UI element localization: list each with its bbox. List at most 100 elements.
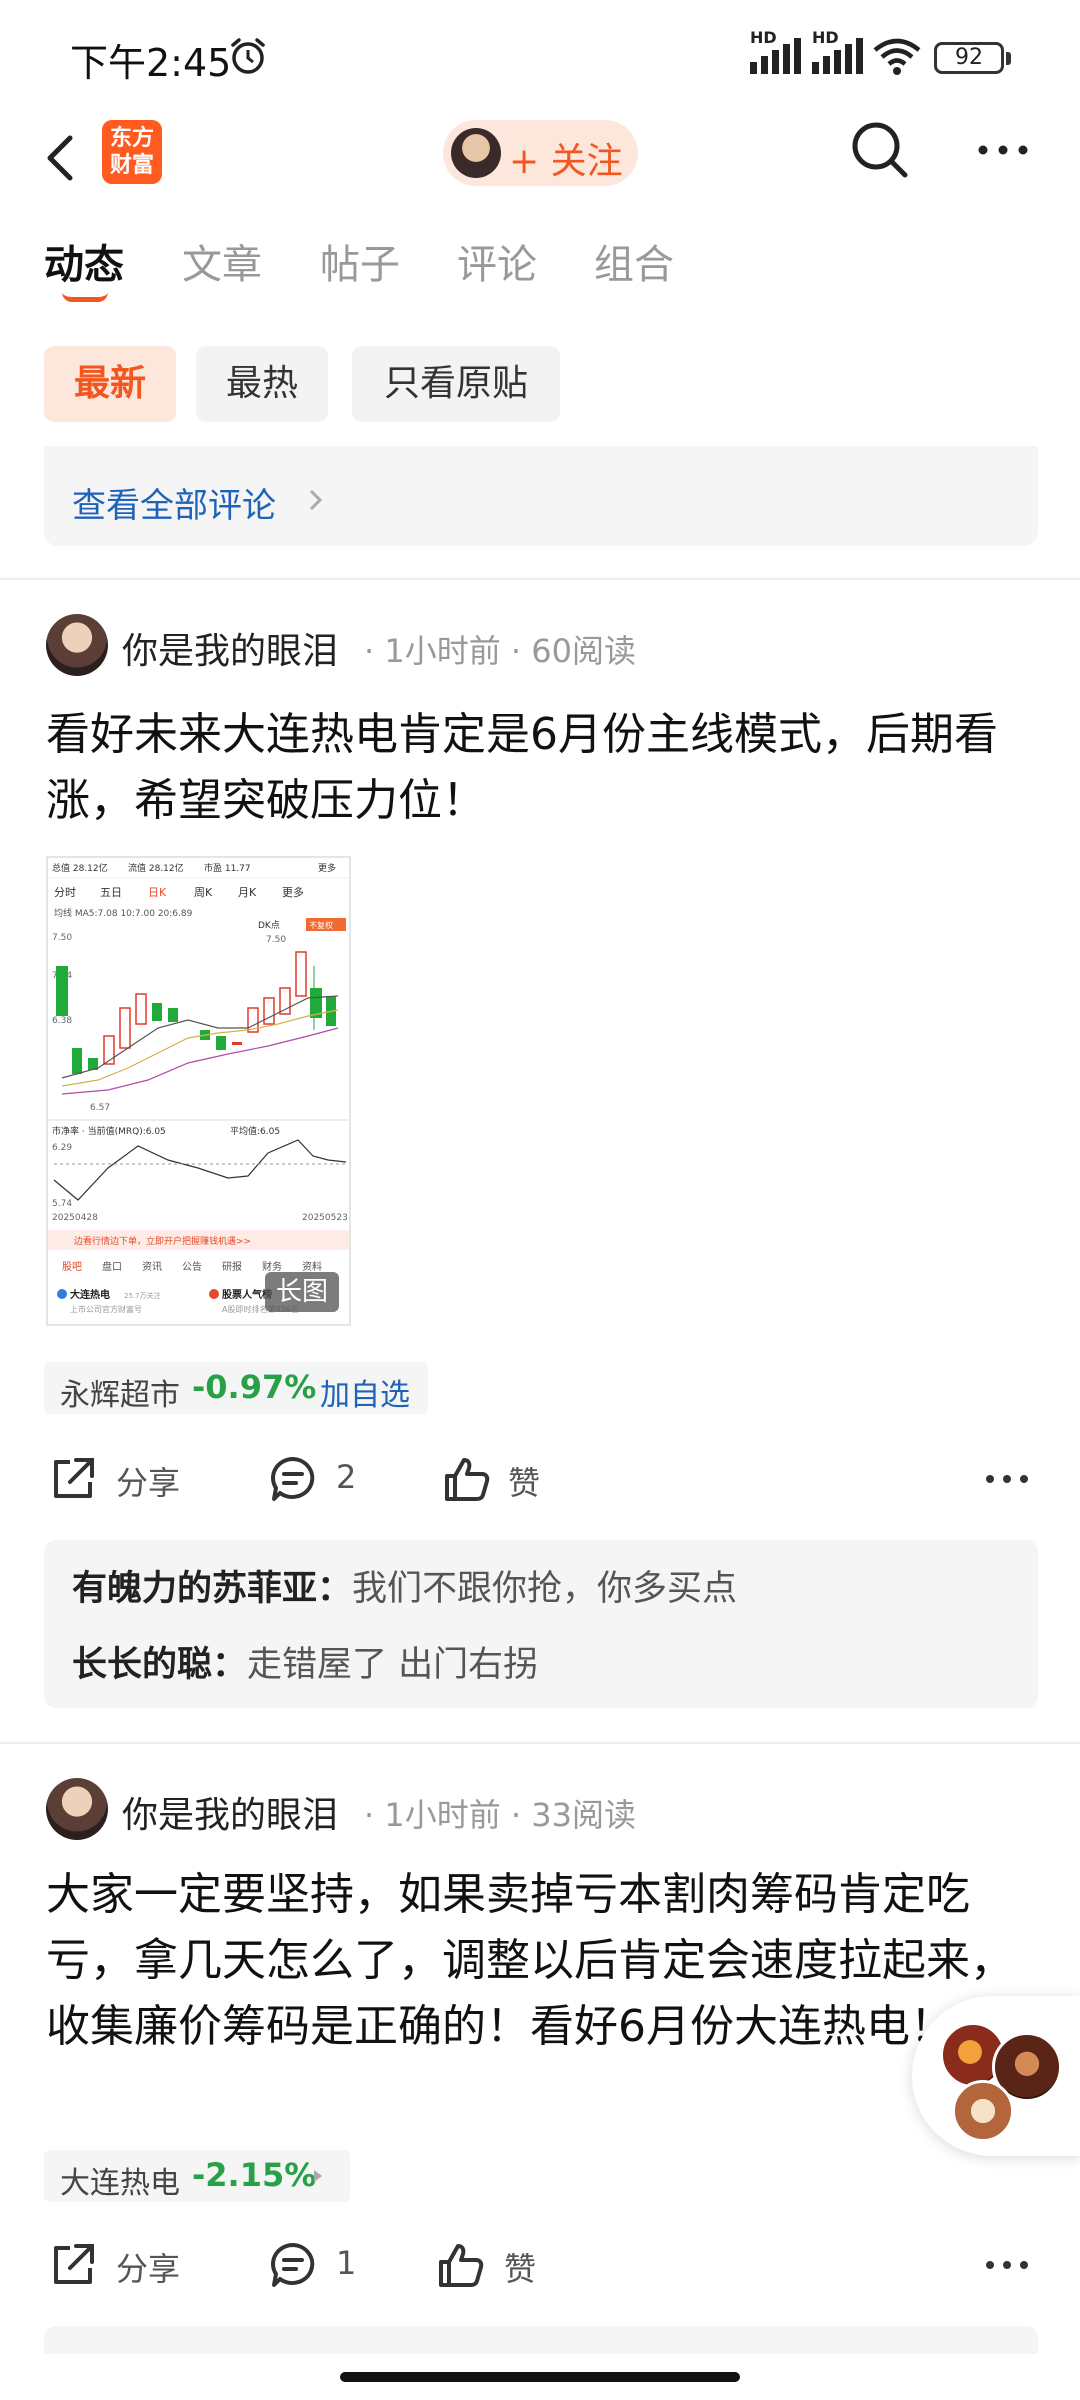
tab-dongtai[interactable]: 动态 (44, 232, 124, 290)
chart-pb-low: 5.74 (52, 1199, 72, 1209)
home-indicator[interactable] (340, 2372, 740, 2382)
post-image-chart[interactable]: 总值 28.12亿 流值 28.12亿 市盈 11.77 更多 分时 五日 日K… (46, 856, 351, 1326)
chevron-right-icon (309, 489, 323, 511)
filter-newest[interactable]: 最新 (44, 346, 176, 422)
chart-period: 更多 (282, 885, 304, 899)
chart-banner: 边看行情边下单，立即开户把握赚钱机遇>> (74, 1235, 251, 1247)
follow-button[interactable]: + 关注 (443, 120, 638, 186)
follow-label: + 关注 (509, 141, 623, 182)
signal-label-2: HD (812, 28, 839, 47)
chart-tag-fuquan: 不复权 (309, 920, 333, 930)
previous-comments-card: 查看全部评论 (44, 446, 1038, 546)
chart-date-start: 20250428 (52, 1213, 98, 1223)
avatar (451, 128, 501, 178)
chart-bottom-tab: 研报 (222, 1260, 242, 1273)
chart-period: 五日 (100, 886, 122, 899)
post-text[interactable]: 大家一定要坚持，如果卖掉亏本割肉筹码肯定吃亏，拿几天怎么了，调整以后肯定会速度拉… (46, 1862, 1036, 2060)
filter-original-only[interactable]: 只看原贴 (352, 346, 560, 422)
comment-count[interactable]: 2 (336, 1458, 356, 1496)
chart-y-high: 7.50 (52, 933, 72, 943)
chart-header-total: 总值 28.12亿 (52, 862, 108, 874)
chart-header-float: 流值 28.12亿 (128, 862, 184, 874)
comment-icon[interactable] (268, 1454, 318, 1504)
chart-card1-sub: 上市公司官方财富号 (70, 1304, 142, 1314)
wifi-icon (873, 38, 921, 75)
post-username[interactable]: 你是我的眼泪 (122, 622, 338, 674)
chart-pb-line: 市净率 · 当前值(MRQ):6.05 (52, 1125, 166, 1137)
chart-period: 分时 (54, 886, 76, 899)
view-all-comments-link[interactable]: 查看全部评论 (72, 478, 276, 527)
reply-text: 走错屋了 出门右拐 (247, 1645, 539, 1685)
reply-item[interactable]: 长长的聪：走错屋了 出门右拐 (72, 1636, 538, 1687)
stock-name: 大连热电 (60, 2166, 180, 2201)
more-icon[interactable] (984, 2256, 1030, 2274)
comment-icon[interactable] (268, 2240, 318, 2290)
chart-card1-badge: 25.7万关注 (124, 1291, 161, 1300)
logo-text-2: 财富 (109, 153, 154, 178)
stock-change: -2.15% (192, 2156, 317, 2194)
reply-user[interactable]: 有魄力的苏菲亚： (72, 1569, 352, 1609)
chart-tag-dk: DK点 (258, 920, 280, 931)
like-label[interactable]: 赞 (504, 2244, 536, 2290)
post-actions: 分享 2 赞 (0, 1448, 1080, 1512)
reply-item[interactable]: 有魄力的苏菲亚：我们不跟你抢，你多买点 (72, 1560, 737, 1611)
more-icon[interactable] (976, 140, 1030, 160)
filter-hottest[interactable]: 最热 (196, 346, 328, 422)
stock-tag[interactable]: 永辉超市 -0.97% 加自选 (44, 1362, 428, 1414)
chart-y-mid2: 6.38 (52, 1016, 72, 1026)
avatar[interactable] (46, 1778, 108, 1840)
post-time: 1小时前 (384, 1796, 501, 1834)
reply-user[interactable]: 长长的聪： (72, 1645, 247, 1685)
avatar[interactable] (46, 614, 108, 676)
like-label[interactable]: 赞 (508, 1458, 540, 1504)
battery-tip (1006, 52, 1011, 65)
reply-text: 我们不跟你抢，你多买点 (352, 1569, 738, 1609)
post-meta: · 1小时前 · 33阅读 (364, 1796, 636, 1834)
signal-icon: HD (748, 28, 818, 78)
caret-right-icon (314, 2170, 322, 2182)
add-watchlist-button[interactable]: 加自选 (320, 1370, 410, 1414)
post-text[interactable]: 看好未来大连热电肯定是6月份主线模式，后期看涨，希望突破压力位！ (46, 702, 1036, 834)
chart-bottom-tab: 资讯 (142, 1261, 162, 1273)
chart-pb-avg: 平均值:6.05 (230, 1125, 280, 1137)
long-image-badge: 长图 (265, 1272, 339, 1312)
content-tabs: 动态 文章 帖子 评论 组合 (0, 232, 1080, 312)
status-bar: 下午2:45 HD HD 92 (0, 0, 1080, 110)
tab-zuhe[interactable]: 组合 (594, 232, 674, 290)
like-icon[interactable] (436, 2240, 486, 2290)
more-icon[interactable] (984, 1470, 1030, 1488)
tab-pinglun[interactable]: 评论 (457, 232, 537, 290)
signal-icon-2: HD (810, 28, 880, 78)
share-icon[interactable] (48, 2240, 98, 2290)
tab-wenzhang[interactable]: 文章 (182, 232, 262, 290)
post-username[interactable]: 你是我的眼泪 (122, 1786, 338, 1838)
share-label[interactable]: 分享 (116, 1458, 180, 1504)
chart-period: 月K (238, 886, 257, 899)
tab-tiezi[interactable]: 帖子 (320, 232, 400, 290)
chart-header-pe: 市盈 11.77 (204, 862, 251, 874)
chart-bottom-tab: 公告 (182, 1260, 202, 1273)
like-icon[interactable] (442, 1454, 492, 1504)
app-logo: 东方 财富 (102, 120, 162, 184)
share-icon[interactable] (48, 1454, 98, 1504)
stock-tag[interactable]: 大连热电 -2.15% (44, 2150, 350, 2202)
post-time: 1小时前 (384, 632, 501, 670)
chart-bottom-tab: 盘口 (102, 1260, 122, 1273)
chart-bottom-tab: 股吧 (62, 1261, 82, 1273)
search-icon[interactable] (850, 120, 910, 180)
share-label[interactable]: 分享 (116, 2244, 180, 2290)
signal-label: HD (750, 28, 777, 47)
floating-live-widget[interactable] (912, 1996, 1080, 2156)
chart-period: 周K (194, 886, 213, 899)
divider (0, 578, 1080, 580)
chart-period-active: 日K (148, 886, 167, 899)
back-icon[interactable] (40, 128, 80, 188)
tab-active-indicator (62, 292, 108, 302)
chart-pb-high: 6.29 (52, 1143, 72, 1153)
chart-y-high-mark: 7.50 (266, 935, 286, 945)
comment-count[interactable]: 1 (336, 2244, 356, 2282)
divider (0, 1742, 1080, 1744)
alarm-icon (231, 38, 265, 74)
next-post-peek (44, 2326, 1038, 2354)
replies-box[interactable]: 有魄力的苏菲亚：我们不跟你抢，你多买点 长长的聪：走错屋了 出门右拐 (44, 1540, 1038, 1708)
